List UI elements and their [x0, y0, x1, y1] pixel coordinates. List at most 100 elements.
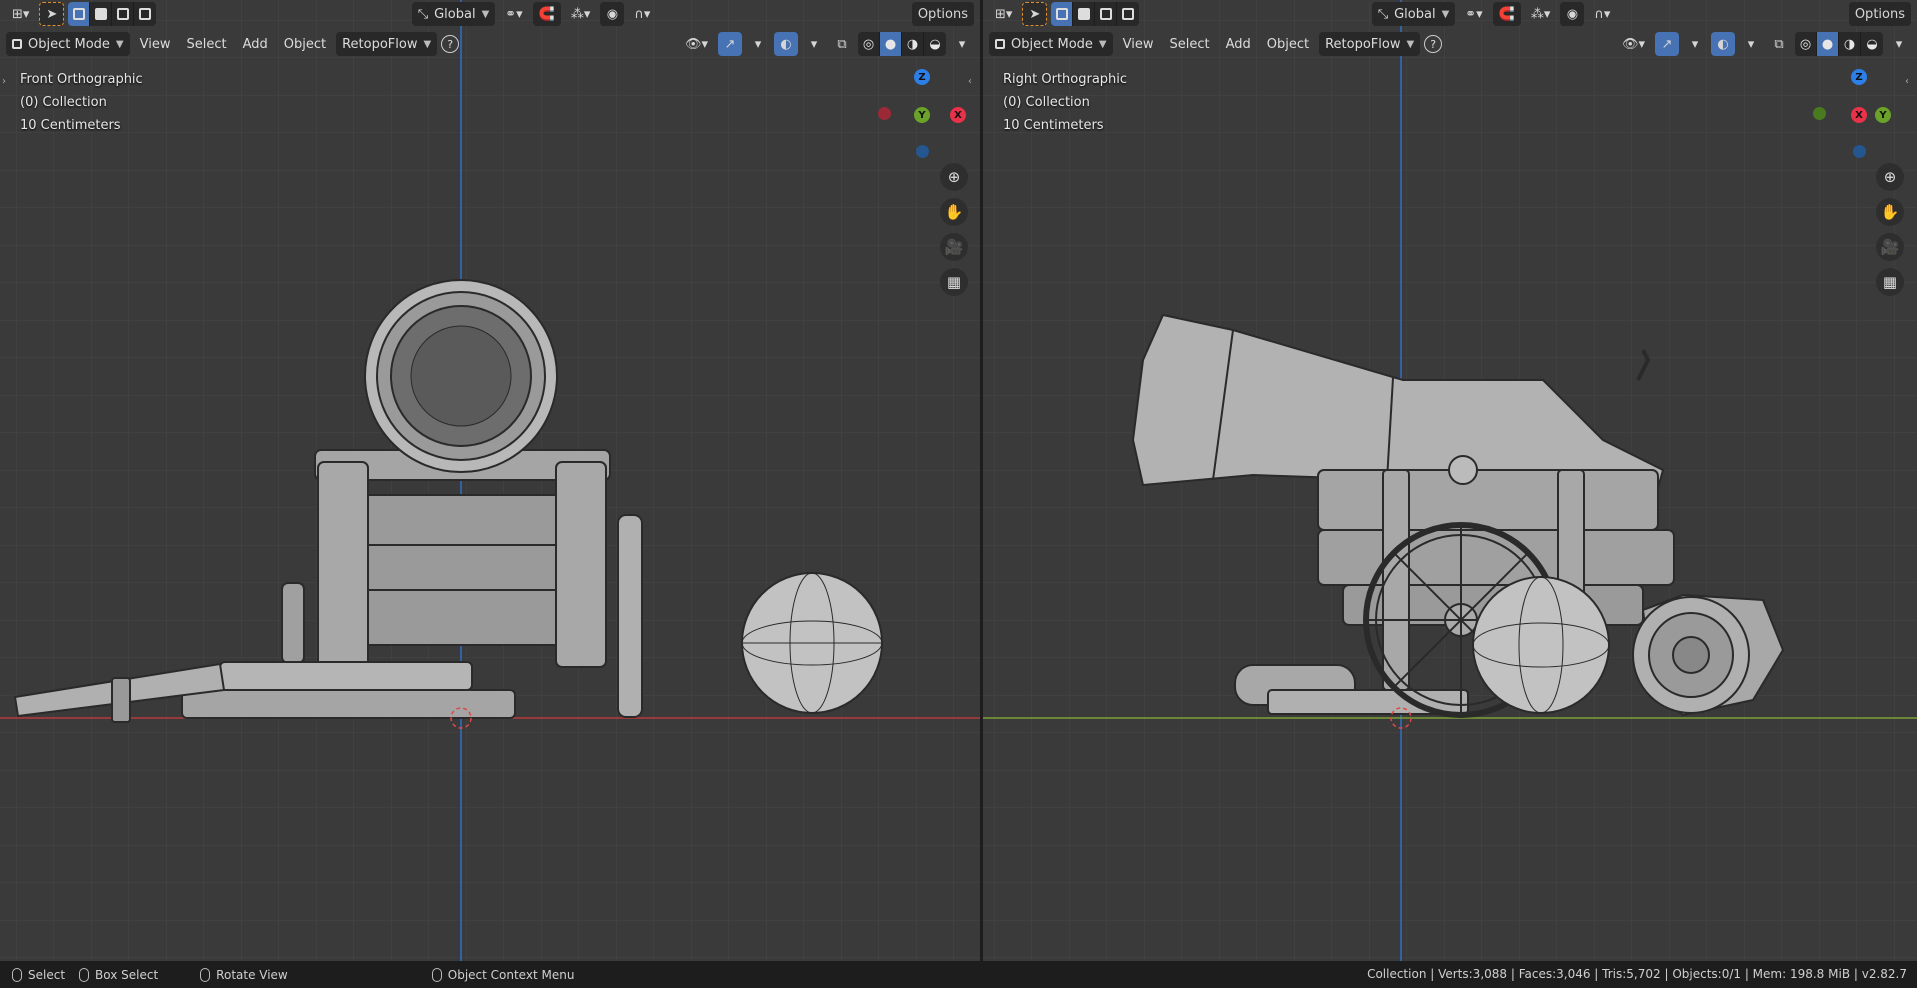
select-extend-icon[interactable] — [90, 2, 113, 26]
hand-icon[interactable]: ✋ — [1876, 198, 1904, 226]
navigation-gizmo[interactable]: Z Y X — [876, 68, 966, 168]
mouse-right-icon — [431, 967, 442, 982]
shading-solid-icon[interactable]: ● — [880, 32, 902, 56]
menu-select[interactable]: Select — [1163, 32, 1215, 56]
select-extend-icon[interactable] — [1073, 2, 1096, 26]
overlay-dropdown-icon[interactable]: ▾ — [802, 32, 826, 56]
camera-icon[interactable]: 🎥 — [940, 233, 968, 261]
toolbar-toggle-icon[interactable]: › — [2, 76, 12, 92]
shading-rendered-icon[interactable]: ◒ — [924, 32, 946, 56]
mode-dropdown[interactable]: Object Mode ▼ — [6, 32, 130, 56]
viewport-front[interactable]: ⊞▾ ➤ ⤡ Global ▼ ⚭▾ 🧲 ⁂▾ ◉ ∩▾ Options Obj… — [0, 0, 980, 961]
pivot-point-icon[interactable]: ⚭▾ — [1459, 2, 1488, 26]
select-intersect-icon[interactable] — [134, 2, 156, 26]
view-icon[interactable]: 👁▾ — [1616, 32, 1651, 56]
options-button[interactable]: Options — [1848, 2, 1911, 26]
scene-statistics: Collection | Verts:3,088 | Faces:3,046 |… — [1367, 967, 1907, 981]
gizmo-dropdown-icon[interactable]: ▾ — [746, 32, 770, 56]
select-subtract-icon[interactable] — [112, 2, 135, 26]
gizmo-z-axis[interactable]: Z — [914, 69, 930, 85]
menu-view[interactable]: View — [134, 32, 177, 56]
gizmo-y-axis[interactable]: Y — [1875, 107, 1891, 123]
select-tool-icon[interactable]: ➤ — [39, 2, 65, 26]
gizmo-neg-x-axis[interactable] — [878, 107, 891, 120]
gizmo-neg-z-axis[interactable] — [916, 145, 929, 158]
sidebar-toggle-icon[interactable]: ‹ — [968, 76, 978, 92]
gizmo-dropdown-icon[interactable]: ▾ — [1683, 32, 1707, 56]
retopoflow-dropdown[interactable]: RetopoFlow ▼ — [336, 32, 438, 56]
select-intersect-icon[interactable] — [1117, 2, 1139, 26]
proportional-falloff-icon[interactable]: ∩▾ — [628, 2, 656, 26]
xray-icon[interactable]: ⧉ — [1767, 32, 1791, 56]
shading-material-icon[interactable]: ◑ — [902, 32, 924, 56]
selection-mode-group — [68, 2, 157, 26]
shading-dropdown-icon[interactable]: ▾ — [1887, 32, 1911, 56]
transform-orientation-dropdown[interactable]: ⤡ Global ▼ — [1371, 2, 1456, 26]
editor-type-icon[interactable]: ⊞▾ — [6, 2, 35, 26]
status-select: Select — [12, 967, 65, 982]
viewport-right[interactable]: ⊞▾ ➤ ⤡ Global ▼ ⚭▾ 🧲 ⁂▾ ◉ ∩▾ Options Obj… — [983, 0, 1917, 961]
camera-icon[interactable]: 🎥 — [1876, 233, 1904, 261]
pivot-point-icon[interactable]: ⚭▾ — [499, 2, 528, 26]
grid-icon[interactable]: ▦ — [940, 268, 968, 296]
status-bar: Select Box Select Rotate View Object Con… — [0, 961, 1917, 988]
selection-mode-group — [1051, 2, 1140, 26]
proportional-icon[interactable]: ◉ — [600, 2, 625, 26]
shading-material-icon[interactable]: ◑ — [1839, 32, 1861, 56]
transform-orientation-dropdown[interactable]: ⤡ Global ▼ — [411, 2, 496, 26]
shading-wireframe-icon[interactable]: ◎ — [858, 32, 880, 56]
overlay-icon[interactable]: ◐ — [1711, 32, 1735, 56]
gizmo-icon[interactable]: ↗ — [718, 32, 742, 56]
overlay-icon[interactable]: ◐ — [774, 32, 798, 56]
zoom-icon[interactable]: ⊕ — [940, 163, 968, 191]
gizmo-y-axis[interactable]: Y — [914, 107, 930, 123]
retopoflow-dropdown[interactable]: RetopoFlow ▼ — [1319, 32, 1421, 56]
menu-view[interactable]: View — [1117, 32, 1160, 56]
mode-dropdown[interactable]: Object Mode ▼ — [989, 32, 1113, 56]
proportional-icon[interactable]: ◉ — [1560, 2, 1585, 26]
status-rotate-view: Rotate View — [200, 967, 288, 982]
help-icon[interactable]: ? — [441, 35, 460, 53]
chevron-down-icon: ▼ — [1441, 8, 1450, 20]
status-box-select: Box Select — [79, 967, 158, 982]
sidebar-toggle-icon[interactable]: ‹ — [1905, 76, 1915, 92]
menu-select[interactable]: Select — [180, 32, 232, 56]
viewport-grid — [983, 0, 1917, 961]
gizmo-icon[interactable]: ↗ — [1655, 32, 1679, 56]
snap-settings-icon[interactable]: ⁂▾ — [565, 2, 597, 26]
gizmo-z-axis[interactable]: Z — [1851, 69, 1867, 85]
gizmo-neg-y-axis[interactable] — [1813, 107, 1826, 120]
status-context-menu: Object Context Menu — [431, 967, 574, 982]
shading-dropdown-icon[interactable]: ▾ — [950, 32, 974, 56]
mouse-middle-icon — [200, 967, 211, 982]
select-new-icon[interactable] — [68, 2, 91, 26]
view-icon[interactable]: 👁▾ — [679, 32, 714, 56]
gizmo-x-axis[interactable]: X — [1851, 107, 1867, 123]
xray-icon[interactable]: ⧉ — [830, 32, 854, 56]
snap-settings-icon[interactable]: ⁂▾ — [1525, 2, 1557, 26]
viewport-info: Front Orthographic (0) Collection 10 Cen… — [20, 68, 143, 137]
gizmo-neg-z-axis[interactable] — [1853, 145, 1866, 158]
help-icon[interactable]: ? — [1424, 35, 1443, 53]
navigation-gizmo[interactable]: Z X Y — [1813, 68, 1893, 168]
hand-icon[interactable]: ✋ — [940, 198, 968, 226]
overlay-dropdown-icon[interactable]: ▾ — [1739, 32, 1763, 56]
zoom-icon[interactable]: ⊕ — [1876, 163, 1904, 191]
menu-object[interactable]: Object — [278, 32, 332, 56]
gizmo-x-axis[interactable]: X — [950, 107, 966, 123]
menu-object[interactable]: Object — [1261, 32, 1315, 56]
shading-rendered-icon[interactable]: ◒ — [1861, 32, 1883, 56]
editor-type-icon[interactable]: ⊞▾ — [989, 2, 1018, 26]
options-button[interactable]: Options — [911, 2, 974, 26]
select-subtract-icon[interactable] — [1095, 2, 1118, 26]
snap-icon[interactable]: 🧲 — [1492, 2, 1521, 26]
select-new-icon[interactable] — [1051, 2, 1074, 26]
menu-add[interactable]: Add — [237, 32, 274, 56]
select-tool-icon[interactable]: ➤ — [1022, 2, 1048, 26]
shading-solid-icon[interactable]: ● — [1817, 32, 1839, 56]
shading-wireframe-icon[interactable]: ◎ — [1795, 32, 1817, 56]
proportional-falloff-icon[interactable]: ∩▾ — [1588, 2, 1616, 26]
snap-icon[interactable]: 🧲 — [532, 2, 561, 26]
menu-add[interactable]: Add — [1220, 32, 1257, 56]
grid-icon[interactable]: ▦ — [1876, 268, 1904, 296]
